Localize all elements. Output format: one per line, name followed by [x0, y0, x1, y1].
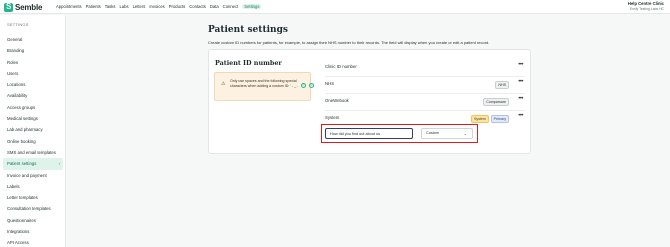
sidebar-item-label: Patient settings: [7, 161, 37, 167]
page-description: Create custom ID numbers for patients, f…: [208, 40, 490, 45]
id-row-label: OneWebook: [325, 98, 349, 103]
id-type-value: Custom: [426, 131, 440, 135]
id-row-nhs: NHS NHS •••: [325, 76, 525, 93]
sidebar-item-questionnaires[interactable]: Questionnaires: [3, 215, 63, 226]
nav-labs[interactable]: Labs: [119, 4, 128, 9]
id-row-onewebook: OneWebook Comparsare •••: [325, 93, 525, 110]
account-clinic-name: Help Centre Clinic: [627, 1, 664, 6]
settings-sidebar: SETTINGS General Branding Roles Users Lo…: [0, 15, 66, 247]
comparsare-tag: Comparsare: [483, 98, 509, 106]
sidebar-item-consultation-templates[interactable]: Consultation templates: [3, 203, 63, 214]
nav-letters[interactable]: Letters: [133, 4, 146, 9]
logo-text: Semble: [15, 2, 43, 12]
sidebar-item-invoice-and-payment[interactable]: Invoice and payment: [3, 170, 63, 181]
nav-tasks[interactable]: Tasks: [105, 4, 116, 9]
sidebar-item-sms-email-templates[interactable]: SMS and email templates: [3, 147, 63, 158]
sidebar-item-roles[interactable]: Roles: [3, 57, 63, 68]
account-menu[interactable]: Help Centre Clinic Emily Testing Labs HC: [627, 1, 664, 11]
more-options-icon[interactable]: •••: [518, 79, 523, 85]
nav-settings[interactable]: Settings: [242, 4, 262, 9]
chevron-down-icon: ⌄: [463, 131, 467, 136]
id-row-clinic: Clinic ID number •••: [325, 59, 525, 76]
id-type-select[interactable]: Custom ⌄: [421, 128, 473, 139]
sidebar-item-availability[interactable]: Availability: [3, 90, 63, 101]
id-row-label: NHS: [325, 81, 335, 86]
sidebar-item-api-access[interactable]: API Access: [3, 237, 63, 247]
sidebar-list: General Branding Roles Users Locations A…: [3, 34, 63, 247]
nav-patients[interactable]: Patients: [86, 4, 101, 9]
account-sub-name: Emily Testing Labs HC: [629, 6, 664, 11]
sidebar-item-medical-settings[interactable]: Medical settings: [3, 113, 63, 124]
page-title: Patient settings: [208, 25, 288, 35]
more-options-icon[interactable]: •••: [518, 96, 523, 102]
warning-icon: ⚠: [221, 81, 226, 87]
more-options-icon[interactable]: •••: [518, 62, 523, 68]
semble-logo-icon: [4, 2, 13, 12]
id-row-label: System: [325, 115, 340, 120]
top-navigation: Semble Appointments Patients Tasks Labs …: [0, 0, 670, 14]
confirm-icon[interactable]: ✓: [301, 83, 306, 88]
sidebar-item-letter-templates[interactable]: Letter templates: [3, 192, 63, 203]
nhs-tag: NHS: [495, 81, 509, 89]
id-row-label: Clinic ID number: [325, 64, 357, 69]
more-options-icon[interactable]: •••: [518, 113, 523, 119]
nav-contacts[interactable]: Contacts: [189, 4, 206, 9]
sidebar-item-labels[interactable]: Labels: [3, 181, 63, 192]
main-nav: Appointments Patients Tasks Labs Letters…: [56, 4, 262, 9]
sidebar-heading: SETTINGS: [7, 22, 29, 27]
cancel-icon[interactable]: ×: [309, 83, 314, 88]
nav-appointments[interactable]: Appointments: [56, 4, 82, 9]
sidebar-item-access-groups[interactable]: Access groups: [3, 102, 63, 113]
nav-products[interactable]: Products: [169, 4, 186, 9]
warning-text: Only use spaces and the following specia…: [230, 79, 299, 88]
sidebar-item-lab-and-pharmacy[interactable]: Lab and pharmacy: [3, 124, 63, 135]
sidebar-item-locations[interactable]: Locations: [3, 79, 63, 90]
patient-id-card: Patient ID number ⚠ Only use spaces and …: [208, 49, 531, 154]
nav-connect[interactable]: Connect: [223, 4, 239, 9]
id-name-input[interactable]: [325, 128, 413, 139]
sidebar-item-online-booking[interactable]: Online booking: [3, 136, 63, 147]
sidebar-item-users[interactable]: Users: [3, 68, 63, 79]
sidebar-item-patient-settings[interactable]: Patient settings ›: [3, 158, 63, 170]
sidebar-item-integrations[interactable]: Integrations: [3, 226, 63, 237]
nav-data[interactable]: Data: [210, 4, 219, 9]
nav-invoices[interactable]: Invoices: [149, 4, 164, 9]
sidebar-item-general[interactable]: General: [3, 34, 63, 45]
primary-tag: Primary: [490, 115, 509, 123]
sidebar-item-branding[interactable]: Branding: [3, 45, 63, 56]
semble-logo[interactable]: Semble: [4, 2, 42, 12]
chevron-right-icon: ›: [58, 161, 60, 167]
system-tag: System: [471, 115, 489, 123]
new-id-edit-row: Custom ⌄: [321, 124, 478, 143]
card-title: Patient ID number: [215, 59, 282, 67]
warning-banner: ⚠ Only use spaces and the following spec…: [214, 72, 311, 101]
